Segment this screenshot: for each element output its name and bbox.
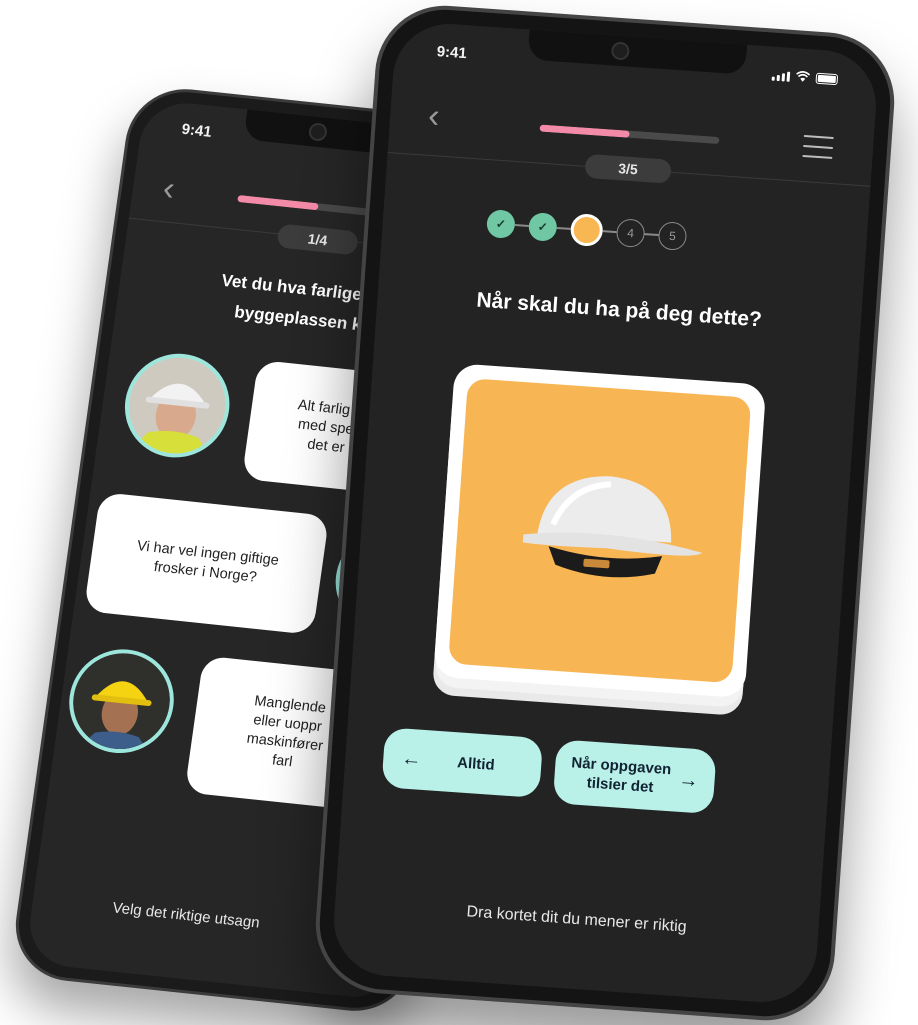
avatar-worker-yellow-helmet [62,644,181,759]
answer-right-label: Når oppgaven tilsier det [569,753,672,798]
step-counter: 1/4 [276,223,360,256]
back-chevron-icon[interactable]: ‹ [161,169,178,209]
hard-hat-icon [522,476,703,578]
status-time: 9:41 [436,43,468,63]
helmet-card[interactable] [433,363,767,699]
step-2-check-icon: ✓ [527,212,558,242]
worker-yellow-helmet-icon [67,648,176,754]
wifi-icon [796,71,811,82]
worker-white-helmet-icon [122,353,232,459]
question-title: Når skal du ha på deg dette? [475,288,763,332]
avatar-worker-white-helmet [118,348,237,463]
progress-bar [539,124,720,145]
step-indicator: ✓ ✓ 4 5 [485,207,688,253]
step-4: 4 [615,218,646,249]
step-connector [644,233,659,236]
step-counter: 3/5 [584,153,672,184]
chat-bubble-2[interactable]: Vi har vel ingen giftige frosker i Norge… [83,491,330,635]
step-connector [602,230,617,233]
arrow-left-icon: ← [400,746,423,771]
step-connector [556,227,571,230]
front-phone-screen: 9:41 ‹ 3/5 ✓ ✓ 4 5 Når skal du ha på deg… [330,20,880,1006]
step-1-check-icon: ✓ [485,209,516,239]
step-5: 5 [657,221,688,251]
answer-left-label: Alltid [456,753,496,774]
status-icons [771,69,839,86]
battery-icon [815,72,839,86]
step-3-current [569,212,604,248]
progress-fill [237,194,319,211]
answer-right-button[interactable]: Når oppgaven tilsier det → [552,739,717,815]
arrow-right-icon: → [677,768,700,792]
step-connector [514,224,529,227]
camera-icon [307,122,328,142]
camera-icon [610,41,630,61]
signal-icon [771,71,791,82]
front-phone: 9:41 ‹ 3/5 ✓ ✓ 4 5 Når skal du ha på deg… [311,1,899,1025]
instruction-text: Dra kortet dit du mener er riktig [465,903,688,936]
back-chevron-icon[interactable]: ‹ [427,97,441,137]
card-image [448,378,752,684]
progress-fill [539,124,630,138]
menu-icon[interactable] [802,134,834,159]
status-time: 9:41 [180,120,213,141]
answer-left-button[interactable]: ← Alltid [381,727,544,799]
